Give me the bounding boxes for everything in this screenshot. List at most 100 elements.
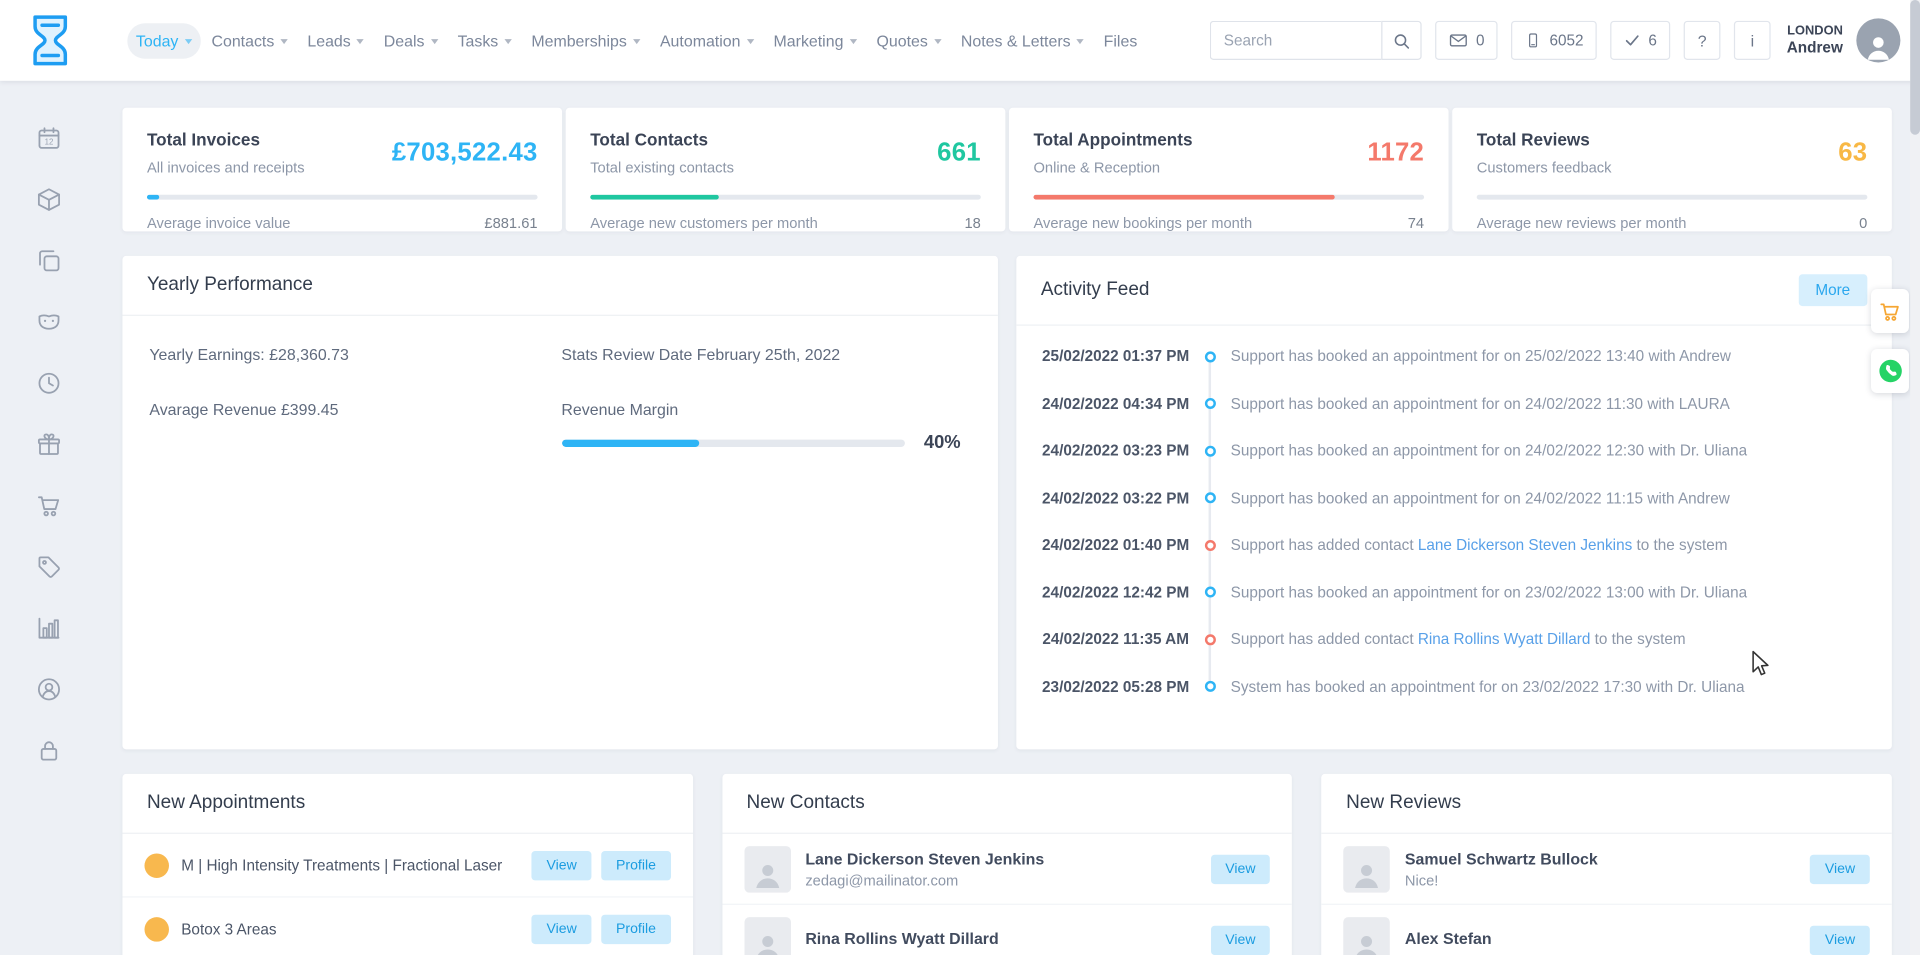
new-appointments-title: New Appointments <box>147 792 305 814</box>
stat-title: Total Contacts <box>590 130 734 150</box>
new-appointments-card: New Appointments M | High Intensity Trea… <box>122 774 692 955</box>
stat-progress-fill <box>590 195 719 200</box>
appointment-label: Botox 3 Areas <box>181 920 532 937</box>
activity-timestamp: 25/02/2022 01:37 PM <box>1042 348 1189 365</box>
copy-icon[interactable] <box>33 245 65 277</box>
timeline-dot-icon <box>1204 587 1215 598</box>
stats-row: Total Invoices All invoices and receipts… <box>122 108 1891 232</box>
chevron-down-icon <box>1077 39 1084 44</box>
stat-value: 1172 <box>1367 138 1424 167</box>
page-scrollbar[interactable] <box>1910 0 1920 955</box>
avatar <box>1344 846 1391 893</box>
stat-progress-fill <box>147 195 159 200</box>
cart-float-button[interactable] <box>1871 289 1909 333</box>
nav-item[interactable]: Deals <box>375 23 446 59</box>
view-button[interactable]: View <box>1211 925 1271 954</box>
stat-progress-fill <box>1033 195 1334 200</box>
user-meta: LONDON Andrew <box>1787 23 1843 58</box>
stat-footer-value: 0 <box>1859 214 1867 231</box>
revenue-margin-track <box>561 439 904 446</box>
nav-item-label: Notes & Letters <box>961 31 1071 49</box>
stat-card: Total Contacts Total existing contacts 6… <box>566 108 1006 232</box>
contact-name: Lane Dickerson Steven Jenkins <box>805 849 1210 867</box>
stat-value: 63 <box>1838 138 1867 167</box>
history-icon[interactable] <box>33 367 65 399</box>
calendar-icon[interactable]: 12 <box>33 122 65 154</box>
status-dot <box>144 917 168 941</box>
new-contacts-card: New Contacts Lane Dickerson Steven Jenki… <box>722 774 1292 955</box>
whatsapp-float-button[interactable] <box>1871 349 1909 393</box>
stat-value: 661 <box>937 138 981 167</box>
nav-item[interactable]: Memberships <box>523 23 649 59</box>
stat-footer-label: Average new customers per month <box>590 214 818 231</box>
average-revenue: Avarage Revenue £399.45 <box>149 400 561 453</box>
mail-button[interactable]: 0 <box>1436 21 1498 60</box>
chevron-down-icon <box>504 39 511 44</box>
yearly-performance-card: Yearly Performance Yearly Earnings: £28,… <box>122 256 998 749</box>
nav-item[interactable]: Contacts <box>203 23 296 59</box>
contact-email: zedagi@mailinator.com <box>805 871 1210 888</box>
view-button[interactable]: View <box>1810 854 1870 883</box>
info-button[interactable]: i <box>1734 21 1771 60</box>
chevron-down-icon <box>357 39 364 44</box>
timeline-marker-col <box>1189 540 1231 551</box>
user-avatar[interactable] <box>1856 18 1900 62</box>
nav-item[interactable]: Automation <box>651 23 762 59</box>
activity-timestamp: 24/02/2022 11:35 AM <box>1042 631 1189 648</box>
view-button[interactable]: View <box>532 850 592 879</box>
chart-icon[interactable] <box>33 612 65 644</box>
tasks-button[interactable]: 6 <box>1610 21 1670 60</box>
yearly-earnings: Yearly Earnings: £28,360.73 <box>149 345 561 363</box>
activity-feed-list: 25/02/2022 01:37 PM Support has booked a… <box>1016 326 1892 710</box>
lock-icon[interactable] <box>33 735 65 767</box>
timeline-dot-icon <box>1204 681 1215 692</box>
nav-item-label: Tasks <box>458 31 499 49</box>
account-icon[interactable] <box>33 673 65 705</box>
nav-item[interactable]: Files <box>1095 23 1146 59</box>
profile-button[interactable]: Profile <box>601 914 670 943</box>
stat-value: £703,522.43 <box>392 138 538 167</box>
package-icon[interactable] <box>33 184 65 216</box>
main-nav: Today Contacts Leads Deals <box>127 23 1146 59</box>
nav-item[interactable]: Marketing <box>765 23 866 59</box>
contacts-list: Lane Dickerson Steven Jenkins zedagi@mai… <box>722 834 1292 955</box>
nav-item[interactable]: Tasks <box>449 23 520 59</box>
phone-button[interactable]: 6052 <box>1511 21 1596 60</box>
nav-item[interactable]: Today <box>127 23 200 59</box>
scrollbar-thumb[interactable] <box>1910 0 1920 135</box>
nav-item[interactable]: Leads <box>299 23 373 59</box>
view-button[interactable]: View <box>1211 854 1271 883</box>
tag-icon[interactable] <box>33 551 65 583</box>
activity-entry: 24/02/2022 11:35 AM Support has added co… <box>1042 616 1867 663</box>
stat-footer-label: Average new bookings per month <box>1033 214 1252 231</box>
contact-link[interactable]: Lane Dickerson Steven Jenkins <box>1418 537 1632 554</box>
app-logo[interactable] <box>27 11 76 70</box>
chevron-down-icon <box>185 39 192 44</box>
more-button[interactable]: More <box>1798 274 1867 306</box>
search-input[interactable] <box>1210 21 1381 60</box>
search-icon <box>1393 31 1411 49</box>
activity-entry: 24/02/2022 01:40 PM Support has added co… <box>1042 522 1867 569</box>
timeline-dot-icon <box>1204 540 1215 551</box>
cart-icon[interactable] <box>33 490 65 522</box>
gift-icon[interactable] <box>33 429 65 461</box>
contact-link[interactable]: Rina Rollins Wyatt Dillard <box>1418 631 1591 648</box>
mask-icon[interactable] <box>33 306 65 338</box>
view-button[interactable]: View <box>1810 925 1870 954</box>
search-button[interactable] <box>1382 21 1422 60</box>
chevron-down-icon <box>280 39 287 44</box>
help-button[interactable]: ? <box>1684 21 1721 60</box>
profile-button[interactable]: Profile <box>601 850 670 879</box>
margin-fill <box>561 439 698 446</box>
activity-timestamp: 24/02/2022 04:34 PM <box>1042 395 1189 412</box>
stat-footer-value: 18 <box>964 214 980 231</box>
mail-count: 0 <box>1476 32 1485 49</box>
nav-item[interactable]: Notes & Letters <box>952 23 1092 59</box>
activity-entry: 24/02/2022 12:42 PM Support has booked a… <box>1042 569 1867 616</box>
view-button[interactable]: View <box>532 914 592 943</box>
nav-item[interactable]: Quotes <box>868 23 950 59</box>
stat-progress-track <box>1477 195 1868 200</box>
contact-row: Lane Dickerson Steven Jenkins zedagi@mai… <box>722 834 1292 905</box>
bottom-row: New Appointments M | High Intensity Trea… <box>122 774 1891 955</box>
revenue-margin-block: Revenue Margin 40% <box>561 400 973 453</box>
